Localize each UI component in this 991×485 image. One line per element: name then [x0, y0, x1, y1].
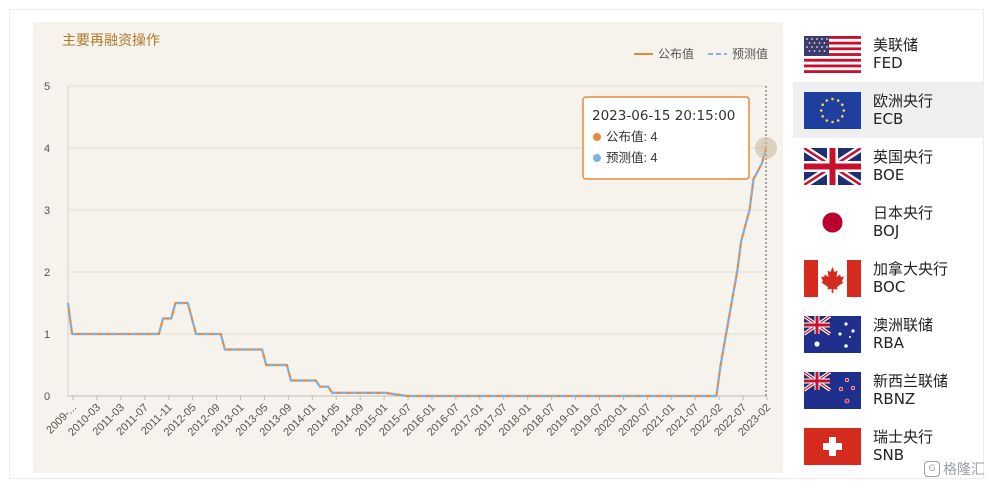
y-tick-label: 4	[44, 143, 50, 155]
tooltip-forecast-row: 预测值: 4	[606, 150, 657, 165]
bank-name: 美联储	[873, 36, 919, 54]
ch-flag-icon	[804, 427, 861, 465]
hover-marker	[755, 137, 777, 159]
bank-name: 欧洲央行	[873, 92, 934, 110]
bank-item-fed[interactable]: 美联储 FED	[793, 26, 984, 82]
bank-code: BOJ	[873, 222, 900, 240]
bank-code: RBA	[873, 334, 904, 352]
tooltip: 2023-06-15 20:15:00 公布值: 4 预测值: 4	[582, 96, 750, 180]
watermark-text: 格隆汇	[943, 462, 985, 478]
bank-item-rbnz[interactable]: 新西兰联储 RBNZ	[793, 362, 984, 418]
bank-code: ECB	[873, 110, 904, 128]
bank-item-boe[interactable]: 英国央行 BOE	[793, 138, 984, 194]
ca-flag-icon	[804, 259, 861, 297]
tooltip-forecast-dot	[593, 154, 601, 162]
legend-published-label[interactable]: 公布值	[658, 46, 694, 61]
tooltip-published-row: 公布值: 4	[606, 129, 657, 144]
tooltip-date: 2023-06-15 20:15:00	[592, 108, 735, 124]
chart-title: 主要再融资操作	[62, 32, 160, 48]
watermark: G 格隆汇	[924, 459, 985, 479]
us-flag-icon	[804, 35, 861, 73]
bank-code: BOE	[873, 166, 905, 184]
x-axis: 2009-...2010-032011-032011-072011-112012…	[44, 396, 773, 439]
bank-item-ecb[interactable]: 欧洲央行 ECB	[793, 82, 984, 138]
bank-name: 加拿大央行	[873, 260, 949, 278]
jp-flag-icon	[804, 203, 861, 241]
bank-name: 澳洲联储	[873, 316, 934, 334]
nz-flag-icon	[804, 371, 861, 409]
bank-name: 瑞士央行	[873, 428, 934, 446]
bank-code: BOC	[873, 278, 906, 296]
tooltip-published-dot	[593, 133, 601, 141]
y-tick-label: 1	[44, 329, 50, 341]
watermark-logo-icon: G	[924, 461, 940, 477]
bank-item-boc[interactable]: 加拿大央行 BOC	[793, 250, 984, 306]
uk-flag-icon	[804, 147, 861, 185]
y-tick-label: 3	[44, 205, 50, 217]
y-tick-label: 0	[44, 391, 50, 403]
bank-name: 英国央行	[873, 148, 934, 166]
bank-name: 新西兰联储	[873, 372, 949, 390]
bank-name: 日本央行	[873, 204, 934, 222]
y-tick-label: 5	[44, 81, 50, 93]
bank-item-boj[interactable]: 日本央行 BOJ	[793, 194, 984, 250]
y-axis: 0 1 2 3 4 5	[44, 81, 50, 403]
central-bank-list: 美联储 FED 欧洲央行 ECB 英国央行 BOE 日本央行 BOJ 加拿大央行…	[793, 26, 984, 474]
y-tick-label: 2	[44, 267, 50, 279]
hover-layer	[755, 86, 777, 396]
legend[interactable]: 公布值 预测值	[634, 46, 768, 61]
bank-item-rba[interactable]: 澳洲联储 RBA	[793, 306, 984, 362]
au-flag-icon	[804, 315, 861, 353]
eu-flag-icon	[804, 91, 861, 129]
legend-forecast-label[interactable]: 预测值	[732, 46, 768, 61]
bank-code: FED	[873, 54, 903, 72]
bank-code: RBNZ	[873, 390, 916, 408]
